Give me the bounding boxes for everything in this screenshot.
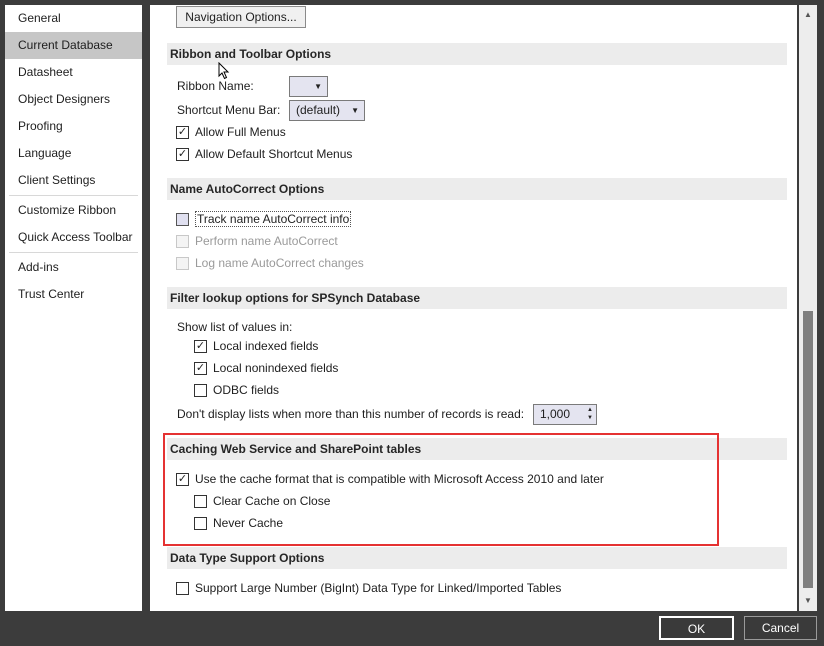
perform-autocorrect-label: Perform name AutoCorrect	[195, 234, 338, 248]
log-autocorrect-label: Log name AutoCorrect changes	[195, 256, 364, 270]
section-header-autocorrect: Name AutoCorrect Options	[167, 178, 787, 200]
allow-full-menus-checkbox[interactable]: ✓	[176, 125, 189, 139]
sidebar-item-add-ins[interactable]: Add-ins	[5, 254, 142, 281]
sidebar-item-quick-access-toolbar[interactable]: Quick Access Toolbar	[5, 224, 142, 251]
sidebar-item-object-designers[interactable]: Object Designers	[5, 86, 142, 113]
allow-default-shortcut-row[interactable]: ✓ Allow Default Shortcut Menus	[176, 145, 352, 163]
spin-down-icon[interactable]: ▼	[587, 414, 593, 422]
spin-arrows-icon[interactable]: ▲ ▼	[587, 406, 593, 422]
shortcut-menu-dropdown[interactable]: (default) ▼	[289, 100, 365, 121]
ribbon-name-dropdown[interactable]: ▼	[289, 76, 328, 97]
perform-autocorrect-row[interactable]: Perform name AutoCorrect	[176, 232, 338, 250]
bigint-label: Support Large Number (BigInt) Data Type …	[195, 581, 562, 595]
content-scrollbar[interactable]: ▲ ▼	[799, 5, 817, 611]
options-sidebar: General Current Database Datasheet Objec…	[5, 5, 142, 611]
caching-highlight-box	[163, 433, 719, 546]
sidebar-divider	[9, 195, 138, 196]
ribbon-name-label: Ribbon Name:	[177, 79, 254, 93]
cancel-button[interactable]: Cancel	[744, 616, 817, 640]
log-autocorrect-row[interactable]: Log name AutoCorrect changes	[176, 254, 364, 272]
section-header-ribbon: Ribbon and Toolbar Options	[167, 43, 787, 65]
chevron-down-icon: ▼	[314, 82, 322, 91]
sidebar-divider	[9, 252, 138, 253]
allow-full-menus-label: Allow Full Menus	[195, 125, 286, 139]
track-autocorrect-row[interactable]: Track name AutoCorrect info	[176, 210, 352, 228]
local-indexed-checkbox[interactable]: ✓	[194, 339, 207, 353]
allow-default-shortcut-label: Allow Default Shortcut Menus	[195, 147, 353, 161]
sidebar-item-language[interactable]: Language	[5, 140, 142, 167]
track-autocorrect-label: Track name AutoCorrect info	[195, 211, 352, 227]
sidebar-item-customize-ribbon[interactable]: Customize Ribbon	[5, 197, 142, 224]
section-header-datatype: Data Type Support Options	[167, 547, 787, 569]
section-header-filter: Filter lookup options for SPSynch Databa…	[167, 287, 787, 309]
log-autocorrect-checkbox[interactable]	[176, 256, 189, 270]
sidebar-item-proofing[interactable]: Proofing	[5, 113, 142, 140]
scroll-down-icon[interactable]: ▼	[799, 593, 817, 609]
perform-autocorrect-checkbox[interactable]	[176, 234, 189, 248]
local-nonindexed-checkbox[interactable]: ✓	[194, 361, 207, 375]
local-indexed-label: Local indexed fields	[213, 339, 319, 353]
sidebar-item-trust-center[interactable]: Trust Center	[5, 281, 142, 308]
shortcut-menu-label: Shortcut Menu Bar:	[177, 103, 281, 117]
records-count-value: 1,000	[540, 407, 571, 421]
sidebar-item-datasheet[interactable]: Datasheet	[5, 59, 142, 86]
show-list-label: Show list of values in:	[177, 320, 293, 334]
shortcut-menu-value: (default)	[296, 103, 341, 117]
chevron-down-icon: ▼	[351, 106, 359, 115]
allow-full-menus-row[interactable]: ✓ Allow Full Menus	[176, 123, 286, 141]
spin-up-icon[interactable]: ▲	[587, 406, 593, 414]
bigint-row[interactable]: Support Large Number (BigInt) Data Type …	[176, 579, 561, 597]
track-autocorrect-checkbox[interactable]	[176, 212, 189, 226]
bigint-checkbox[interactable]	[176, 581, 189, 595]
navigation-options-button[interactable]: Navigation Options...	[176, 6, 306, 28]
sidebar-item-client-settings[interactable]: Client Settings	[5, 167, 142, 194]
records-count-stepper[interactable]: 1,000 ▲ ▼	[533, 404, 597, 425]
odbc-fields-row[interactable]: ODBC fields	[194, 381, 279, 399]
ok-button[interactable]: OK	[659, 616, 734, 640]
odbc-fields-label: ODBC fields	[213, 383, 280, 397]
scroll-up-icon[interactable]: ▲	[799, 7, 817, 23]
mouse-cursor-icon	[218, 62, 230, 80]
dont-display-label: Don't display lists when more than this …	[177, 407, 525, 421]
scrollbar-thumb[interactable]	[803, 311, 813, 588]
local-nonindexed-label: Local nonindexed fields	[213, 361, 339, 375]
local-indexed-row[interactable]: ✓ Local indexed fields	[194, 337, 318, 355]
sidebar-item-general[interactable]: General	[5, 5, 142, 32]
allow-default-shortcut-checkbox[interactable]: ✓	[176, 147, 189, 161]
sidebar-item-current-database[interactable]: Current Database	[5, 32, 142, 59]
odbc-fields-checkbox[interactable]	[194, 383, 207, 397]
local-nonindexed-row[interactable]: ✓ Local nonindexed fields	[194, 359, 338, 377]
